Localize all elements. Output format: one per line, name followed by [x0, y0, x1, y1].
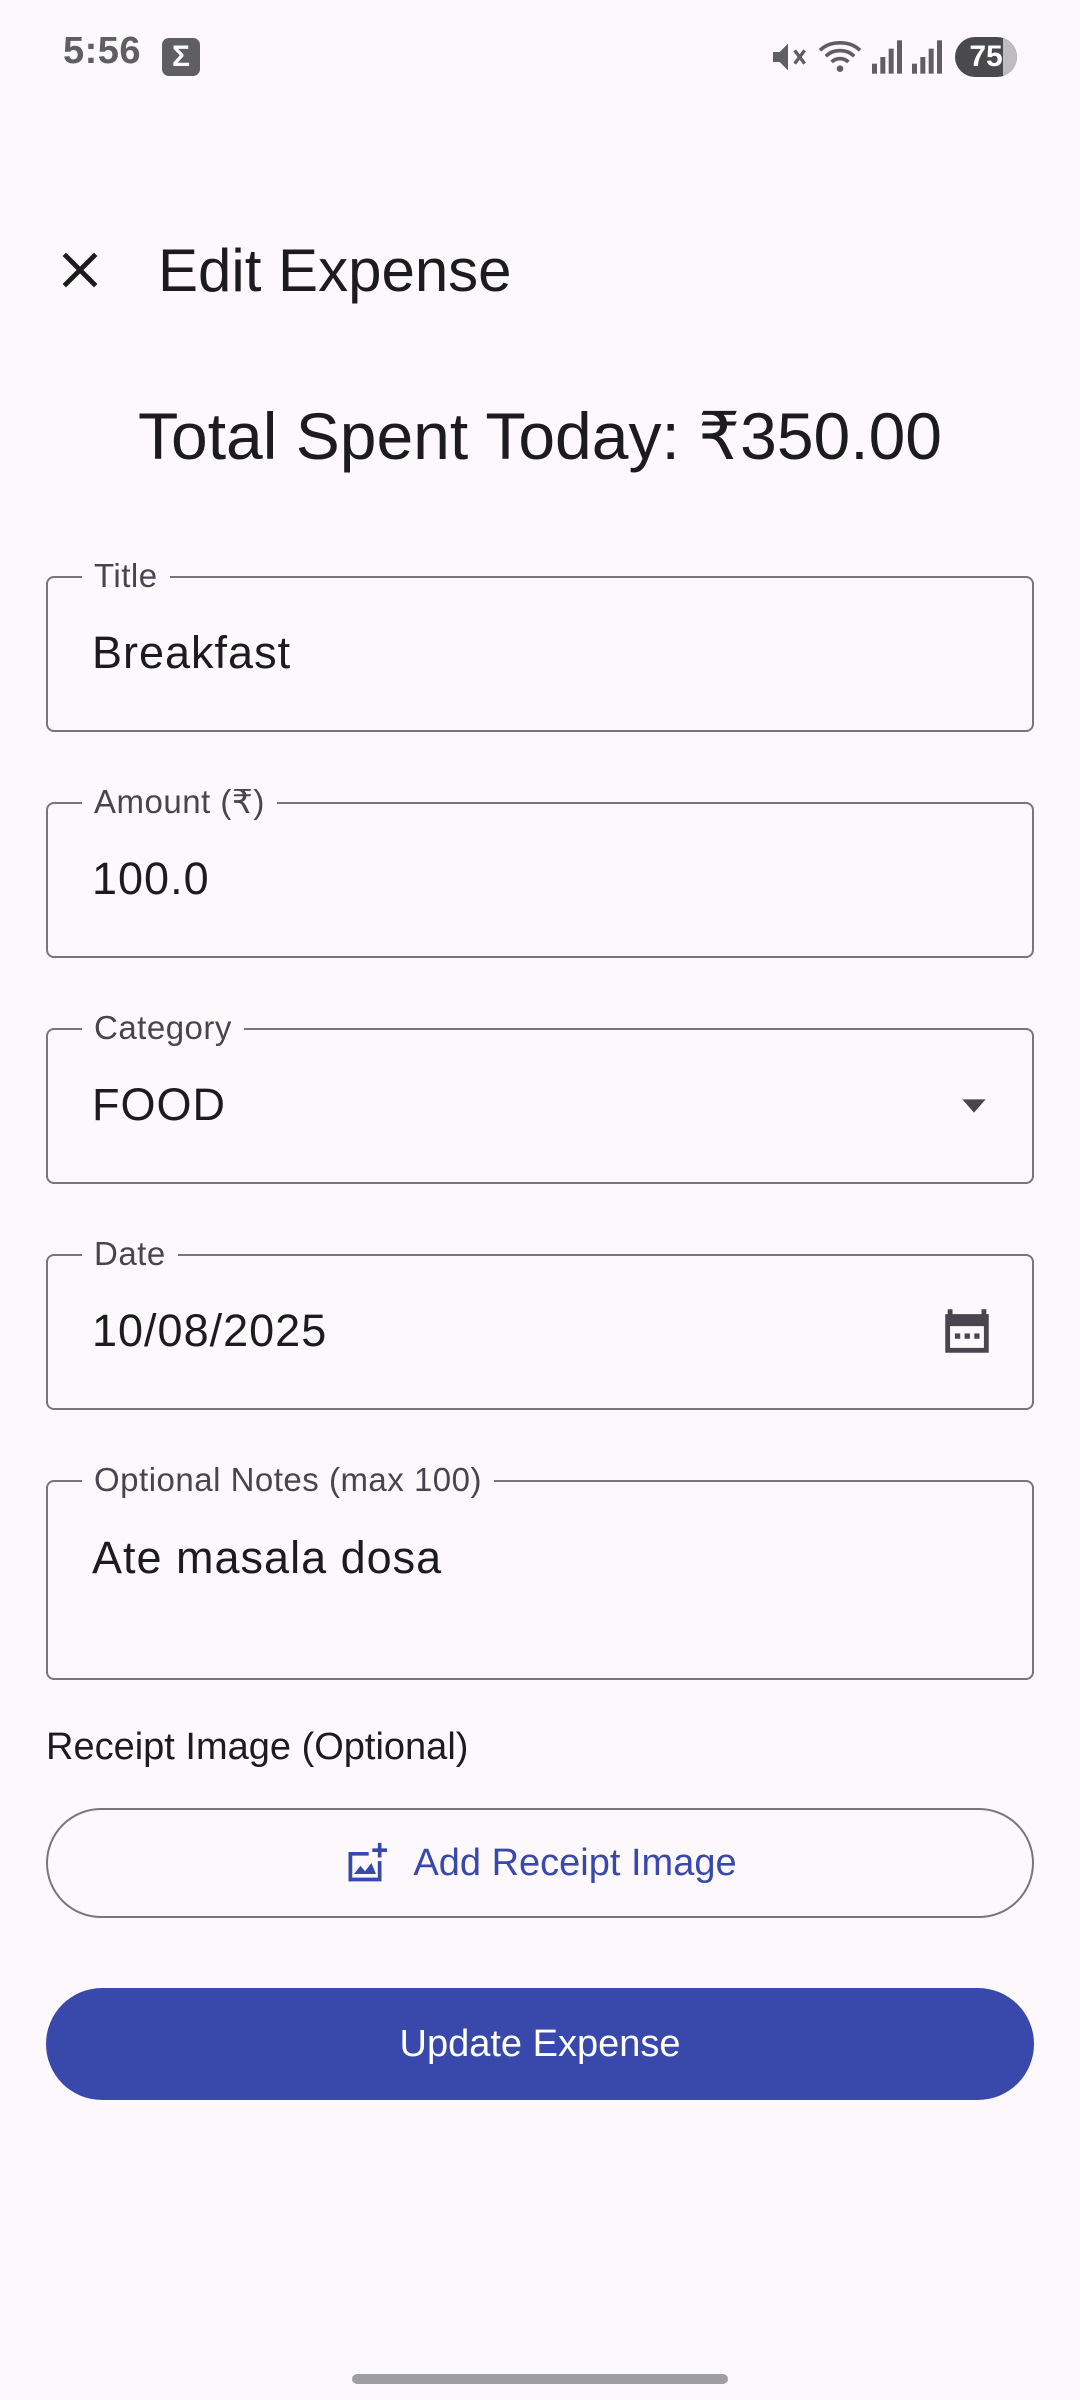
category-dropdown[interactable]: Category FOOD	[46, 1008, 1034, 1184]
signal-icon-2	[912, 40, 942, 74]
update-expense-button[interactable]: Update Expense	[46, 1988, 1034, 2100]
page-title: Edit Expense	[158, 237, 512, 304]
receipt-section-label: Receipt Image (Optional)	[46, 1726, 469, 1768]
amount-label: Amount (₹)	[82, 782, 277, 822]
notes-field[interactable]: Optional Notes (max 100) Ate masala dosa	[46, 1460, 1034, 1680]
category-value: FOOD	[92, 1079, 226, 1130]
status-icons	[768, 34, 944, 80]
add-receipt-image-label: Add Receipt Image	[413, 1841, 737, 1884]
close-button[interactable]	[40, 230, 120, 310]
title-label: Title	[82, 556, 170, 596]
home-gesture-bar[interactable]	[352, 2374, 728, 2384]
date-label: Date	[82, 1234, 178, 1274]
category-label: Category	[82, 1008, 244, 1048]
battery-indicator: 75	[955, 37, 1017, 77]
amount-value: 100.0	[92, 853, 210, 904]
notification-sigma-icon: Σ	[162, 38, 200, 76]
total-spent-today: Total Spent Today: ₹350.00	[137, 399, 943, 473]
notes-label: Optional Notes (max 100)	[82, 1460, 495, 1500]
wifi-icon	[818, 41, 862, 72]
calendar-icon[interactable]	[938, 1302, 996, 1360]
date-value: 10/08/2025	[92, 1305, 328, 1356]
dropdown-arrow-icon[interactable]	[954, 1086, 994, 1126]
title-value: Breakfast	[92, 627, 292, 678]
add-receipt-image-button[interactable]: Add Receipt Image	[46, 1808, 1034, 1918]
close-icon	[62, 252, 98, 288]
signal-icon-1	[872, 40, 902, 74]
title-field[interactable]: Title Breakfast	[46, 556, 1034, 732]
date-field[interactable]: Date 10/08/2025	[46, 1234, 1034, 1410]
amount-field[interactable]: Amount (₹) 100.0	[46, 782, 1034, 958]
update-expense-label: Update Expense	[399, 2022, 681, 2065]
mute-icon	[773, 43, 806, 71]
status-time: 5:56	[63, 30, 142, 72]
notes-value: Ate masala dosa	[92, 1532, 443, 1583]
add-photo-icon	[343, 1841, 388, 1885]
